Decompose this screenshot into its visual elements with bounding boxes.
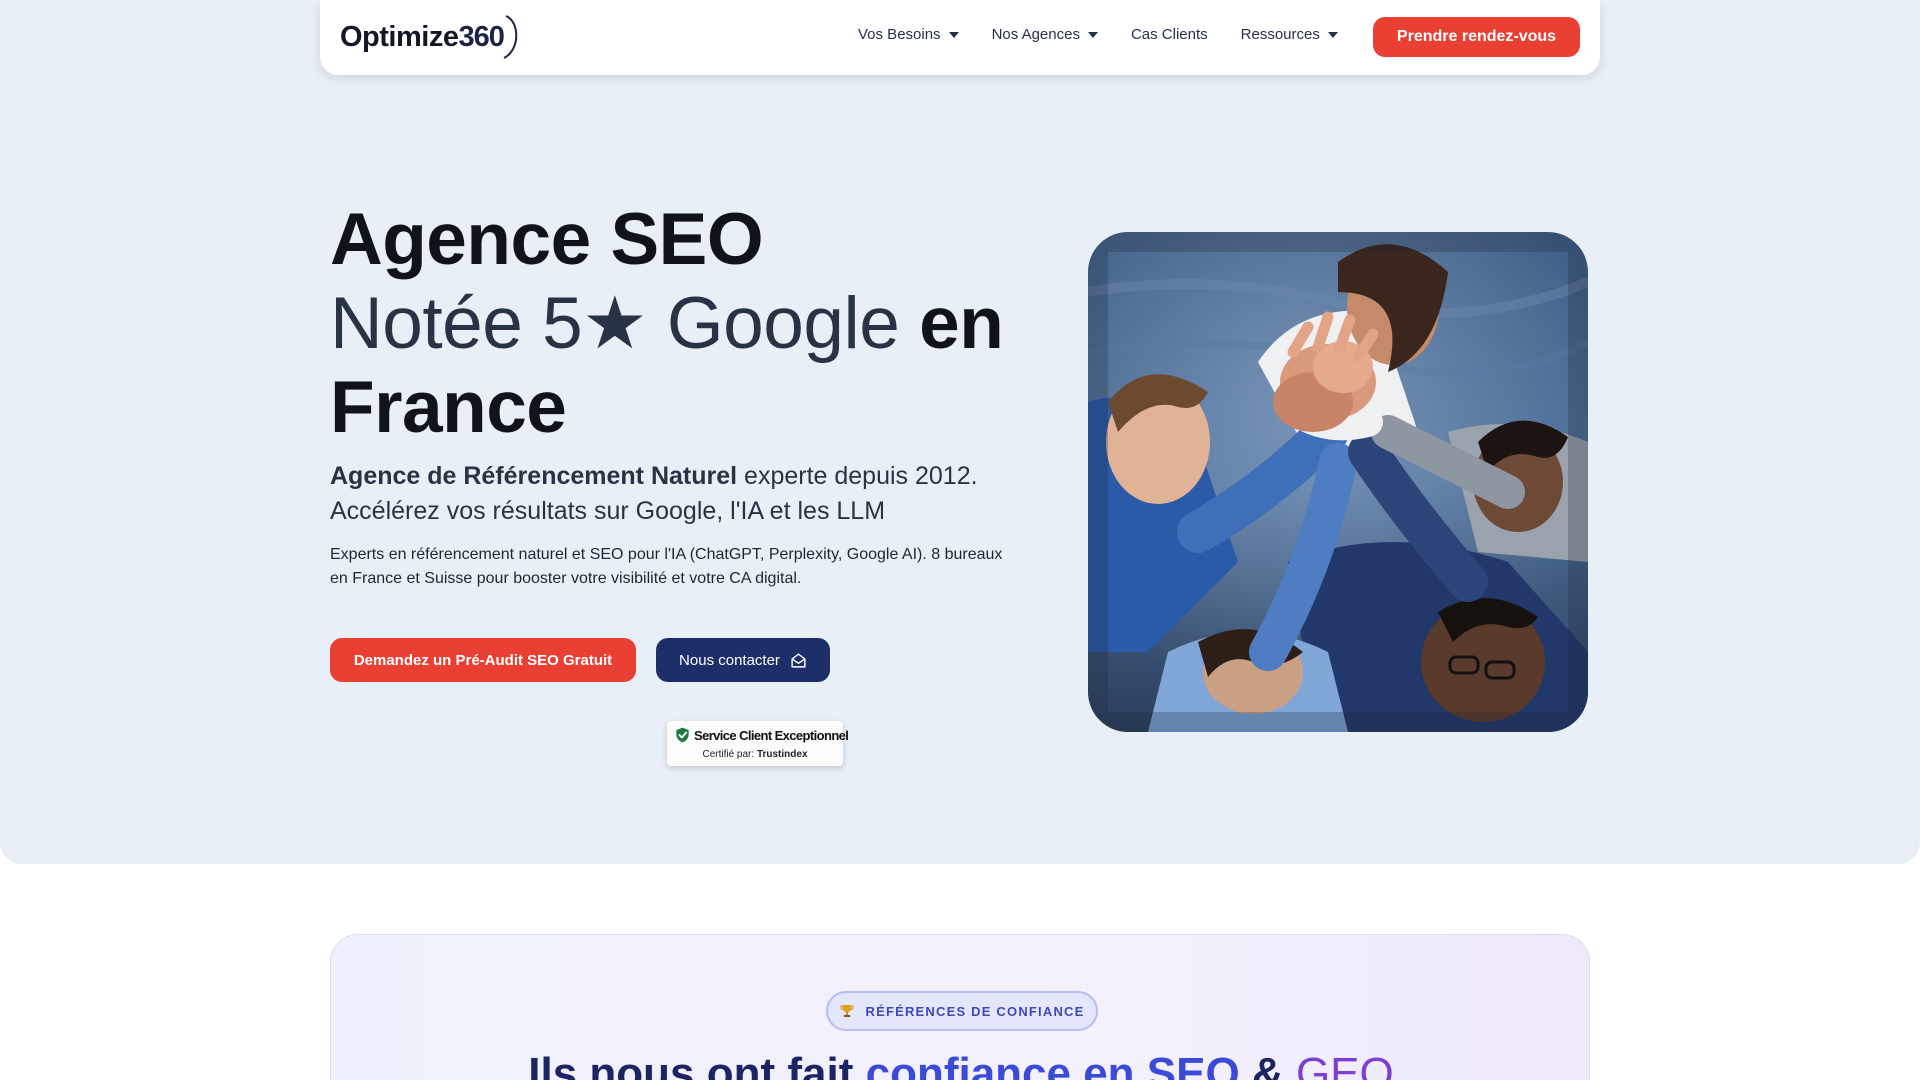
- hero-title: Agence SEO Notée 5★ Google en France: [330, 198, 1050, 450]
- chevron-down-icon: [948, 31, 959, 38]
- references-heading-geo: GEO: [1295, 1049, 1394, 1080]
- hero-title-line1: Agence SEO: [330, 199, 764, 280]
- hero-title-rating: Notée 5★ Google: [330, 283, 900, 364]
- hero-subtitle-line2: Accélérez vos résultats sur Google, l'IA…: [330, 497, 886, 525]
- shield-check-icon: [676, 727, 689, 743]
- logo-number: 360: [458, 20, 504, 53]
- references-heading: Ils nous ont fait confiance en SEO & GEO: [331, 1049, 1591, 1080]
- hero-title-line3: France: [330, 367, 567, 448]
- nav-item-label: Ressources: [1240, 26, 1320, 43]
- hero-title-en: en: [919, 283, 1004, 364]
- hero-subtitle-bold: Agence de Référencement Naturel: [330, 462, 738, 490]
- references-heading-start: Ils nous ont fait: [528, 1049, 866, 1080]
- trust-badge-title-row: Service Client Exceptionnel: [675, 727, 849, 743]
- references-badge: RÉFÉRENCES DE CONFIANCE: [826, 991, 1098, 1031]
- hero-description: Experts en référencement naturel et SEO …: [330, 546, 1003, 587]
- references-heading-accent: confiance en SEO: [865, 1049, 1240, 1080]
- trust-badge-title: Service Client Exceptionnel: [694, 727, 849, 743]
- trophy-icon: [840, 1005, 855, 1017]
- contact-button-label: Nous contacter: [679, 651, 780, 669]
- nav-item-ressources[interactable]: Ressources: [1241, 26, 1338, 43]
- nav-item-nos-agences[interactable]: Nos Agences: [992, 26, 1098, 43]
- hero-subtitle-rest: experte depuis 2012.: [737, 462, 978, 490]
- book-appointment-button[interactable]: Prendre rendez-vous: [1373, 17, 1580, 57]
- hero-team-photo: [1088, 232, 1588, 732]
- nav-item-label: Vos Besoins: [858, 26, 941, 43]
- references-badge-label: RÉFÉRENCES DE CONFIANCE: [865, 1003, 1085, 1019]
- logo-text: Optimize: [340, 20, 459, 53]
- trustindex-badge[interactable]: Service Client Exceptionnel Certifié par…: [667, 721, 849, 766]
- seo-audit-button[interactable]: Demandez un Pré-Audit SEO Gratuit: [330, 638, 636, 682]
- brand-logo[interactable]: Optimize 360: [340, 14, 518, 60]
- hero-subtitle: Agence de Référencement Naturel experte …: [330, 459, 1050, 529]
- chevron-down-icon: [1087, 31, 1098, 38]
- main-nav: Vos Besoins Nos Agences Cas Clients Ress…: [858, 26, 1371, 43]
- nav-item-vos-besoins[interactable]: Vos Besoins: [858, 26, 959, 43]
- envelope-open-icon: [791, 652, 806, 668]
- trust-badge-certification: Certifié par: Trustindex: [667, 749, 843, 760]
- team-high-five-image: [1088, 232, 1588, 732]
- site-header: Optimize 360 Vos Besoins Nos Agences Cas…: [320, 0, 1600, 75]
- chevron-down-icon: [1327, 31, 1338, 38]
- trust-badge-certified-label: Certifié par:: [702, 749, 755, 760]
- nav-item-label: Cas Clients: [1130, 26, 1208, 43]
- nav-item-label: Nos Agences: [991, 26, 1080, 43]
- references-heading-amp: &: [1239, 1049, 1296, 1080]
- trust-badge-certifier: Trustindex: [756, 749, 808, 760]
- nav-item-cas-clients[interactable]: Cas Clients: [1131, 26, 1208, 43]
- references-section: RÉFÉRENCES DE CONFIANCE Ils nous ont fai…: [330, 934, 1590, 1080]
- logo-swoosh-icon: [503, 15, 518, 59]
- contact-button[interactable]: Nous contacter: [656, 638, 830, 682]
